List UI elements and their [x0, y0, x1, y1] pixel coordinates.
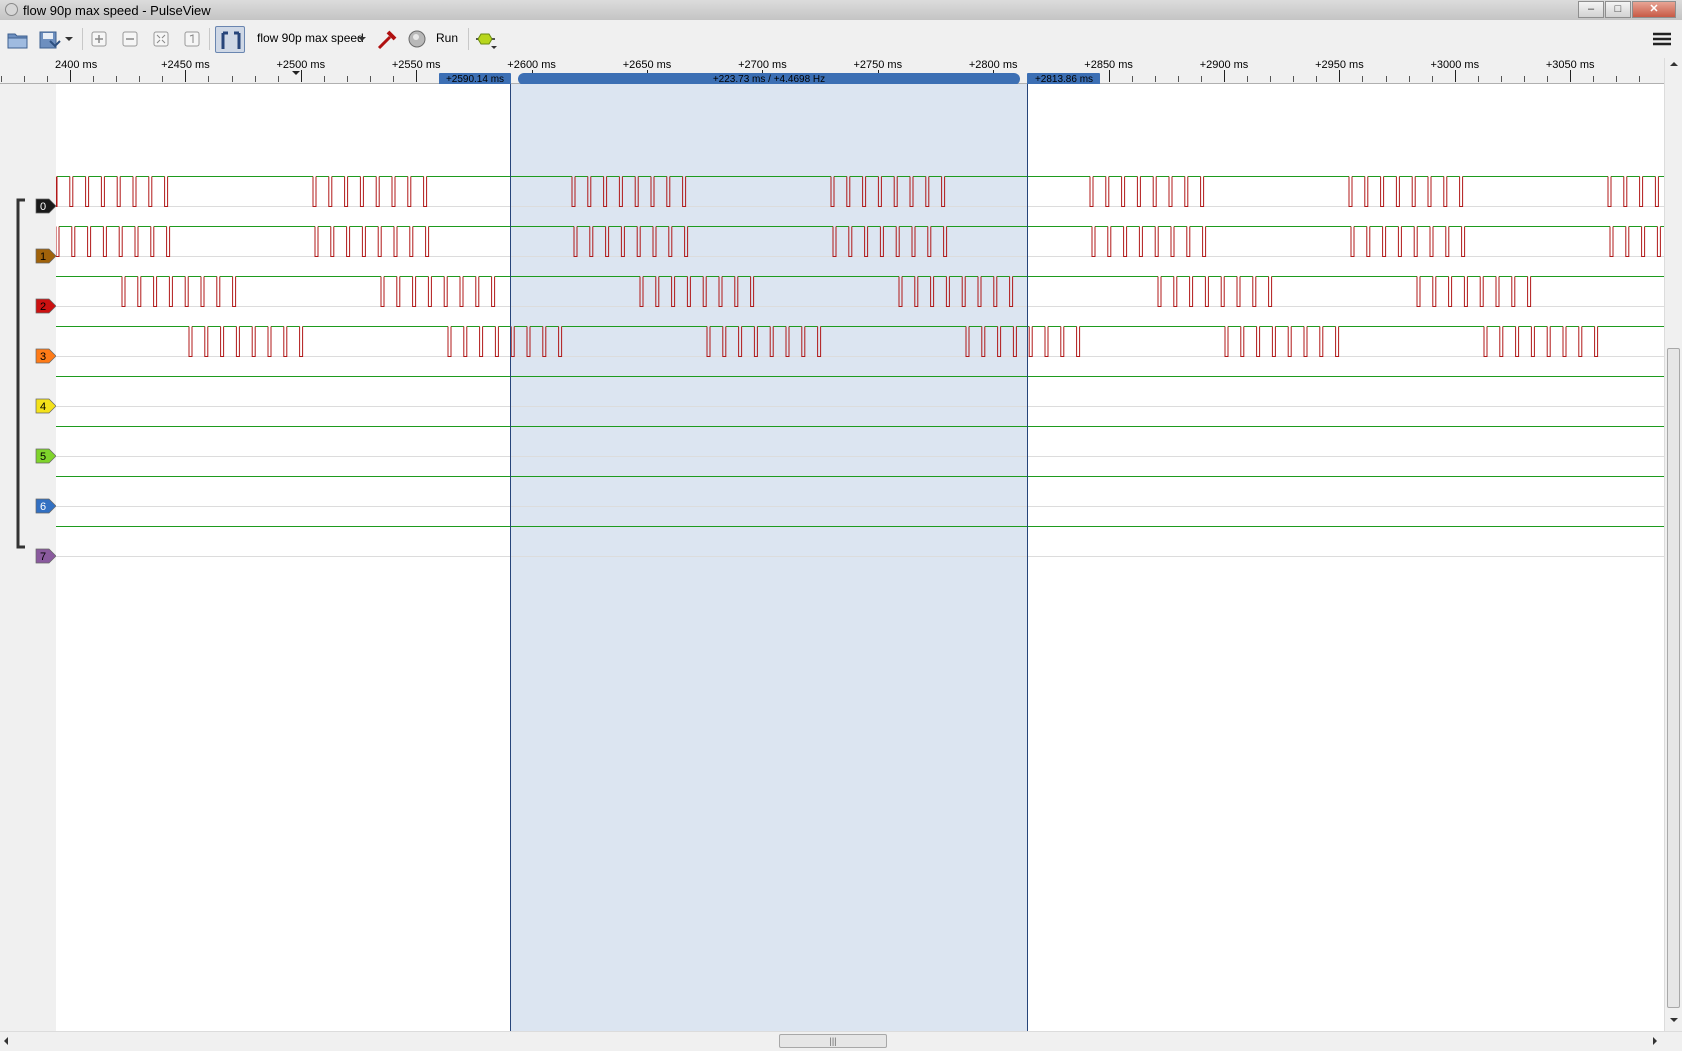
ruler-tick-label: 2400 ms — [55, 59, 98, 71]
ruler-tick-label: +2550 ms — [392, 59, 441, 71]
ruler-tick-label: +2900 ms — [1200, 59, 1249, 71]
run-status-icon — [408, 30, 426, 48]
vertical-scroll-thumb[interactable] — [1667, 348, 1680, 1008]
folder-open-icon — [7, 33, 28, 49]
cursor-span-label: +223.73 ms / +4.4698 Hz — [713, 74, 825, 84]
ruler-tick-label: +2950 ms — [1315, 59, 1364, 71]
close-button[interactable]: ✕ — [1632, 1, 1676, 18]
probe-config-button[interactable] — [374, 26, 400, 52]
show-cursors-button[interactable] — [215, 26, 245, 53]
ruler-tick-label: +2700 ms — [738, 59, 787, 71]
ruler-tick-label: +2750 ms — [853, 59, 902, 71]
cursor-b-label: +2813.86 ms — [1035, 74, 1093, 84]
run-indicator[interactable] — [408, 26, 426, 52]
scroll-down-arrow-icon — [1670, 1018, 1678, 1022]
channel-header-0[interactable]: 0 — [35, 198, 57, 214]
channel-label: 5 — [40, 451, 46, 463]
channel-group-bracket[interactable] — [16, 198, 25, 549]
run-button[interactable]: Run — [436, 31, 458, 45]
decoder-icon — [476, 33, 497, 49]
channel-label: 0 — [40, 201, 46, 213]
scroll-left-arrow-icon — [4, 1037, 8, 1045]
vertical-scrollbar[interactable] — [1664, 58, 1682, 1031]
app-icon — [5, 3, 18, 16]
channel-header-6[interactable]: 6 — [35, 498, 57, 514]
channel-label: 7 — [40, 551, 46, 563]
zoom-out-button[interactable] — [117, 26, 143, 52]
open-file-button[interactable] — [5, 26, 31, 52]
scroll-right-arrow-icon — [1653, 1037, 1657, 1045]
device-name[interactable]: flow 90p max speed — [257, 31, 364, 45]
zoom-out-icon — [122, 31, 138, 47]
zoom-original-icon — [184, 31, 200, 47]
cursor-a-label: +2590.14 ms — [446, 74, 504, 84]
channel-header-1[interactable]: 1 — [35, 248, 57, 264]
channel-header-column: 0 1 2 3 4 5 6 7 — [0, 84, 57, 1031]
ruler-tick-label: +2650 ms — [623, 59, 672, 71]
zoom-fit-icon — [153, 31, 169, 47]
time-ruler[interactable]: 2400 ms +2450 ms +2500 ms +2550 ms +2600 ms +… — [0, 58, 1664, 85]
hamburger-menu-icon — [1653, 32, 1671, 46]
maximize-button[interactable]: □ — [1605, 1, 1631, 18]
horizontal-scrollbar[interactable]: ||| — [0, 1031, 1682, 1050]
device-dropdown-button[interactable] — [355, 26, 369, 52]
main-toolbar: flow 90p max speed Run — [0, 20, 1682, 59]
cursors-icon — [221, 31, 241, 49]
title-bar: flow 90p max speed - PulseView – □ ✕ — [0, 0, 1682, 21]
save-button[interactable] — [36, 26, 62, 52]
channel-header-2[interactable]: 2 — [35, 298, 57, 314]
probe-icon — [377, 30, 397, 50]
ruler-tick-label: +3000 ms — [1430, 59, 1479, 71]
add-decoder-button[interactable] — [472, 26, 500, 52]
channel-header-3[interactable]: 3 — [35, 348, 57, 364]
zoom-in-icon — [91, 31, 107, 47]
zoom-fit-button[interactable] — [148, 26, 174, 52]
channel-label: 6 — [40, 501, 46, 513]
ruler-tick-label: +2600 ms — [507, 59, 556, 71]
save-dropdown-button[interactable] — [62, 26, 76, 52]
window-title: flow 90p max speed - PulseView — [23, 3, 211, 18]
channel-label: 3 — [40, 351, 46, 363]
ruler-tick-label: +2850 ms — [1084, 59, 1133, 71]
zoom-in-button[interactable] — [86, 26, 112, 52]
scroll-up-arrow-icon — [1670, 62, 1678, 66]
ruler-tick-label: +2800 ms — [969, 59, 1018, 71]
channel-label: 2 — [40, 301, 46, 313]
chevron-down-icon — [358, 37, 366, 41]
chevron-down-icon — [65, 37, 73, 41]
save-icon — [39, 31, 61, 49]
trace-view[interactable] — [0, 84, 1664, 1031]
channel-header-4[interactable]: 4 — [35, 398, 57, 414]
ruler-tick-label: +3050 ms — [1546, 59, 1595, 71]
channel-header-5[interactable]: 5 — [35, 448, 57, 464]
channel-label: 1 — [40, 251, 46, 263]
channel-header-7[interactable]: 7 — [35, 548, 57, 564]
trigger-marker-icon — [292, 71, 300, 75]
ruler-tick-label: +2450 ms — [161, 59, 210, 71]
channel-label: 4 — [40, 401, 46, 413]
ruler-tick-label: +2500 ms — [276, 59, 325, 71]
main-menu-button[interactable] — [1648, 26, 1676, 52]
zoom-original-button[interactable] — [179, 26, 205, 52]
minimize-button[interactable]: – — [1578, 1, 1604, 18]
horizontal-scroll-thumb[interactable]: ||| — [779, 1034, 887, 1048]
